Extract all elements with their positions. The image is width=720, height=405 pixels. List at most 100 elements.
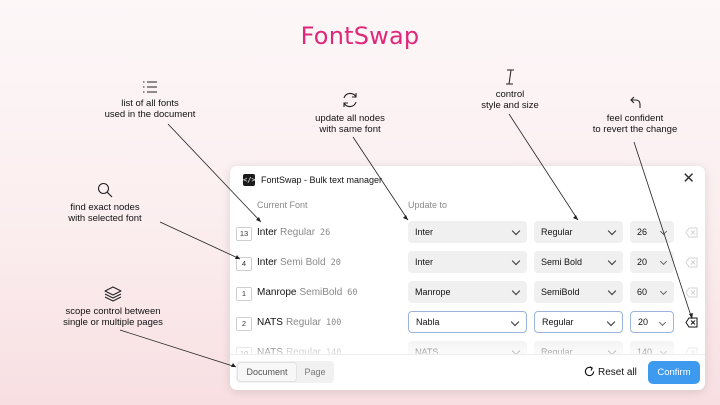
font-size-value: 26	[637, 227, 648, 237]
chevron-down-icon	[511, 256, 521, 266]
app-logo: FontSwap	[300, 22, 420, 50]
layers-icon	[104, 286, 122, 302]
font-size-select[interactable]: 60	[630, 281, 674, 303]
list-icon	[143, 81, 157, 93]
revert-icon[interactable]	[685, 287, 698, 298]
font-family-value: Inter	[415, 257, 434, 267]
font-size-value: 60	[637, 287, 648, 297]
font-family-select[interactable]: Nabla	[408, 311, 527, 333]
chevron-down-icon	[659, 257, 668, 266]
reset-all-button[interactable]: Reset all	[584, 363, 637, 383]
current-font-size: 60	[347, 288, 358, 298]
reset-all-label: Reset all	[598, 367, 637, 378]
annotation-text: used in the document	[104, 109, 196, 120]
current-font: Inter Semi Bold 20	[257, 257, 341, 268]
chevron-down-icon	[510, 317, 520, 327]
chevron-down-icon	[606, 317, 616, 327]
annotation-control-style: control style and size	[465, 69, 555, 111]
current-font-family: Inter	[257, 227, 278, 238]
font-family-select[interactable]: Inter	[408, 251, 527, 273]
confirm-button[interactable]: Confirm	[648, 361, 700, 384]
scope-option-page[interactable]: Page	[298, 363, 332, 381]
chevron-down-icon	[658, 318, 667, 327]
font-family-select[interactable]: Manrope	[408, 281, 527, 303]
node-count-badge[interactable]: 13	[236, 227, 252, 241]
annotation-text: control	[495, 89, 525, 100]
code-icon: </>	[243, 174, 256, 186]
refresh-icon	[343, 92, 357, 108]
font-style-value: SemiBold	[541, 287, 580, 297]
text-cursor-icon	[506, 69, 514, 85]
node-count-badge[interactable]: 2	[236, 317, 252, 331]
font-row: 13 Inter Regular 26 Inter Regular 26	[230, 218, 705, 248]
node-count-badge[interactable]: 1	[236, 287, 252, 301]
annotation-text: single or multiple pages	[63, 317, 163, 328]
current-font: Manrope SemiBold 60	[257, 287, 358, 298]
font-family-value: Nabla	[416, 317, 440, 327]
font-size-value: 20	[637, 257, 648, 267]
annotation-update-nodes: update all nodes with same font	[300, 91, 400, 135]
current-font-size: 100	[325, 318, 342, 328]
node-count-badge[interactable]: 4	[236, 257, 252, 271]
scope-option-document[interactable]: Document	[238, 363, 296, 381]
font-style-select[interactable]: Regular	[534, 221, 623, 243]
search-icon	[97, 182, 113, 198]
font-style-select[interactable]: SemiBold	[534, 281, 623, 303]
annotation-revert: feel confident to revert the change	[580, 95, 690, 135]
font-family-value: Manrope	[415, 287, 451, 297]
current-font-size: 26	[320, 228, 331, 238]
column-header-current: Current Font	[257, 200, 308, 210]
font-row: 1 Manrope SemiBold 60 Manrope SemiBold 60	[230, 278, 705, 308]
font-style-value: Semi Bold	[541, 257, 583, 267]
font-size-select[interactable]: 26	[630, 221, 674, 243]
annotation-text: feel confident	[606, 113, 664, 124]
current-font: NATS Regular 100	[257, 317, 341, 328]
font-row: 4 Inter Semi Bold 20 Inter Semi Bold 20	[230, 248, 705, 278]
font-size-value: 20	[638, 317, 649, 327]
chevron-down-icon	[607, 286, 617, 296]
font-size-select[interactable]: 20	[630, 251, 674, 273]
annotation-text: style and size	[481, 100, 539, 111]
current-font-size: 20	[330, 258, 341, 268]
annotation-text: with selected font	[68, 213, 142, 224]
undo-arrow-icon	[630, 96, 641, 108]
font-family-select[interactable]: Inter	[408, 221, 527, 243]
annotation-text: find exact nodes	[70, 202, 140, 213]
annotation-text: update all nodes	[315, 113, 385, 124]
font-style-value: Regular	[541, 227, 573, 237]
connector-find-nodes	[159, 221, 241, 260]
plugin-window: </> FontSwap - Bulk text manager ✕ Curre…	[230, 166, 705, 390]
connector-scope	[119, 329, 237, 368]
column-header-update: Update to	[408, 200, 448, 210]
current-font-style: SemiBold	[299, 287, 343, 298]
current-font-family: Inter	[257, 257, 278, 268]
current-font-style: Regular	[285, 317, 321, 328]
chevron-down-icon	[607, 226, 617, 236]
font-size-select[interactable]: 20	[630, 311, 674, 333]
chevron-down-icon	[511, 226, 521, 236]
current-font-family: NATS	[257, 317, 283, 328]
font-style-select[interactable]: Semi Bold	[534, 251, 623, 273]
chevron-down-icon	[511, 286, 521, 296]
scope-toggle: Document Page	[236, 361, 334, 383]
close-icon[interactable]: ✕	[682, 171, 695, 187]
current-font-style: Regular	[280, 227, 316, 238]
revert-icon[interactable]	[685, 317, 698, 328]
current-font: Inter Regular 26	[257, 227, 330, 238]
annotation-list-fonts: list of all fonts used in the document	[100, 80, 200, 120]
reset-icon	[584, 366, 595, 377]
annotation-scope: scope control between single or multiple…	[48, 286, 178, 328]
current-font-family: Manrope	[257, 287, 297, 298]
annotation-find-nodes: find exact nodes with selected font	[55, 182, 155, 224]
chevron-down-icon	[659, 287, 668, 296]
annotation-text: list of all fonts	[121, 98, 179, 109]
scroll-fade	[230, 334, 705, 354]
font-style-select[interactable]: Regular	[534, 311, 623, 333]
title-bar: </> FontSwap - Bulk text manager ✕	[230, 166, 705, 194]
font-family-value: Inter	[415, 227, 434, 237]
annotation-text: scope control between	[65, 306, 161, 317]
revert-icon[interactable]	[685, 257, 698, 268]
annotation-text: to revert the change	[592, 124, 678, 135]
chevron-down-icon	[607, 256, 617, 266]
revert-icon[interactable]	[685, 227, 698, 238]
